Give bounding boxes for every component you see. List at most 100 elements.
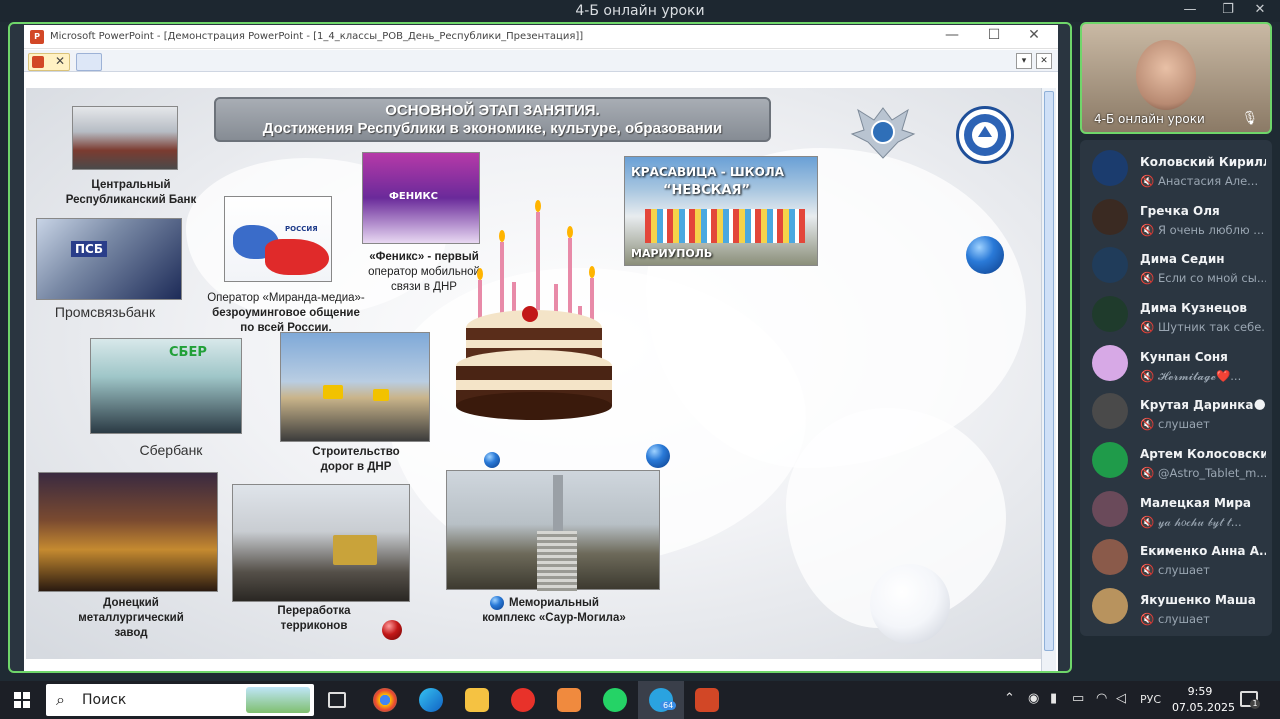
participant-name: Малецкая Мира bbox=[1140, 496, 1252, 510]
participant-item[interactable]: Гречка Оля 🔇 Я очень люблю ... bbox=[1080, 193, 1272, 241]
webcam-icon[interactable]: ◉ bbox=[1028, 691, 1039, 706]
decor-ball bbox=[382, 620, 402, 640]
taskbar-search[interactable]: ⌕ Поиск bbox=[46, 684, 314, 716]
volume-icon[interactable]: ◁ bbox=[1116, 691, 1126, 706]
powerpoint-taskbar-icon[interactable] bbox=[695, 688, 719, 712]
task-view-icon[interactable] bbox=[328, 692, 346, 708]
slide-title-banner: ОСНОВНОЙ ЭТАП ЗАНЯТИЯ. Достижения Респуб… bbox=[214, 97, 771, 142]
school-title-line1: КРАСАВИЦА - ШКОЛА bbox=[631, 165, 785, 179]
school-windows bbox=[645, 209, 805, 243]
muted-icon: 🔇 bbox=[1140, 612, 1155, 626]
wifi-icon[interactable]: ◠ bbox=[1096, 691, 1107, 706]
muted-icon: 🔇 bbox=[1140, 563, 1155, 577]
powerpoint-logo-icon: P bbox=[30, 30, 44, 44]
scrollbar-thumb[interactable] bbox=[1044, 91, 1054, 651]
slide: ОСНОВНОЙ ЭТАП ЗАНЯТИЯ. Достижения Респуб… bbox=[26, 88, 1041, 659]
decor-ball bbox=[484, 452, 500, 468]
tab-new[interactable] bbox=[76, 53, 102, 71]
edge-icon[interactable] bbox=[419, 688, 443, 712]
school-title-line2: “НЕВСКАЯ” bbox=[663, 183, 750, 198]
slide-scrollbar[interactable] bbox=[1041, 88, 1056, 671]
muted-icon: 🔇 bbox=[1140, 515, 1155, 529]
participant-item[interactable]: Крутая Даринка🌑 🔇 слушает bbox=[1080, 387, 1272, 435]
avatar bbox=[1092, 588, 1128, 624]
participant-name: Коловский Кирилл bbox=[1140, 155, 1266, 169]
road-roller bbox=[373, 389, 389, 401]
screen-share-frame: P Microsoft PowerPoint - [Демонстрация P… bbox=[8, 22, 1072, 673]
file-explorer-icon[interactable] bbox=[465, 688, 489, 712]
photo-central-bank bbox=[72, 106, 178, 170]
participant-status: 🔇 Я очень люблю ... bbox=[1140, 223, 1265, 237]
caption-sberbank: Сбербанк bbox=[139, 442, 203, 458]
battery-icon[interactable]: ▭ bbox=[1072, 691, 1084, 706]
muted-icon: 🔇 bbox=[1140, 369, 1155, 383]
microphone-icon[interactable]: 🎙 bbox=[1241, 111, 1258, 126]
powerpoint-window: P Microsoft PowerPoint - [Демонстрация P… bbox=[24, 25, 1058, 671]
windows-start-icon[interactable] bbox=[14, 692, 30, 708]
app-icon[interactable] bbox=[557, 688, 581, 712]
dropdown-icon[interactable]: ▾ bbox=[1016, 53, 1032, 69]
document-tabs: ✕ ▾ ✕ bbox=[24, 50, 1058, 72]
avatar bbox=[1092, 247, 1128, 283]
taskbar: ⌕ Поиск 64 ⌃ ◉ ▮ ▭ ◠ ◁ РУС 9:59 07.05.20… bbox=[0, 681, 1280, 719]
participant-item[interactable]: Дима Кузнецов 🔇 Шутник так себе... bbox=[1080, 290, 1272, 338]
photo-memorial bbox=[446, 470, 660, 591]
tab-close-icon[interactable]: ✕ bbox=[55, 54, 65, 68]
participant-item[interactable]: Артем Колосовский 🔇 @Astro_Tablet_m... bbox=[1080, 436, 1272, 484]
clock[interactable]: 9:59 07.05.2025 bbox=[1172, 684, 1235, 716]
ppt-minimize-button[interactable]: — bbox=[942, 27, 962, 43]
avatar bbox=[1092, 393, 1128, 429]
participant-name: Якушенко Маша bbox=[1140, 593, 1256, 607]
maximize-button[interactable]: ❐ bbox=[1218, 2, 1238, 17]
clock-time: 9:59 bbox=[1187, 685, 1213, 698]
caption-central-bank: Центральный Республиканский Банк bbox=[65, 179, 197, 206]
participant-item[interactable]: Кунпан Соня 🔇 𝓗𝓮𝓻𝓶𝓲𝓽𝓪𝓰𝓮❤️... bbox=[1080, 339, 1272, 387]
excavator bbox=[333, 535, 377, 565]
telegram-taskbar-button[interactable]: 64 bbox=[638, 681, 684, 719]
decor-ball bbox=[966, 236, 1004, 274]
participant-item[interactable]: Дима Седин 🔇 Если со мной сы... bbox=[1080, 241, 1272, 289]
photo-miranda: РОССИЯ bbox=[224, 196, 332, 282]
self-video-tile[interactable]: 4-Б онлайн уроки 🎙 bbox=[1080, 22, 1272, 134]
notification-icon[interactable]: 1 bbox=[1240, 691, 1260, 709]
psb-sign: ПСБ bbox=[71, 241, 107, 257]
close-button[interactable]: ✕ bbox=[1250, 2, 1270, 17]
yandex-browser-icon[interactable] bbox=[511, 688, 535, 712]
photo-psb: ПСБ bbox=[36, 218, 182, 300]
minimize-button[interactable]: — bbox=[1180, 2, 1200, 17]
muted-icon: 🔇 bbox=[1140, 320, 1155, 334]
language-indicator[interactable]: РУС bbox=[1140, 693, 1161, 706]
whatsapp-icon[interactable] bbox=[603, 688, 627, 712]
tab-presentation[interactable]: ✕ bbox=[28, 53, 70, 71]
tray-chevron-icon[interactable]: ⌃ bbox=[1004, 691, 1015, 706]
participant-status: 🔇 слушает bbox=[1140, 563, 1210, 577]
ppt-maximize-button[interactable]: ☐ bbox=[984, 27, 1004, 43]
telegram-badge: 64 bbox=[660, 701, 677, 710]
participant-item[interactable]: Якушенко Маша 🔇 слушает bbox=[1080, 582, 1272, 630]
participant-item[interactable]: Малецкая Мира 🔇 𝓎𝒶 𝒽𝑜𝒸𝒽𝓊 𝒷𝓎𝓉 𝓉... bbox=[1080, 485, 1272, 533]
participant-item[interactable]: Коловский Кирилл 🔇 Анастасия Але... bbox=[1080, 144, 1272, 192]
ppt-close-button[interactable]: ✕ bbox=[1024, 27, 1044, 43]
pane-close-icon[interactable]: ✕ bbox=[1036, 53, 1052, 69]
participant-item[interactable]: Екименко Анна А... 🔇 слушает bbox=[1080, 533, 1272, 581]
participant-name: Крутая Даринка🌑 bbox=[1140, 398, 1266, 412]
participant-status: 🔇 𝓎𝒶 𝒽𝑜𝒸𝒽𝓊 𝒷𝓎𝓉 𝓉... bbox=[1140, 515, 1242, 529]
participant-status: 🔇 Анастасия Але... bbox=[1140, 174, 1259, 188]
phoenix-sign: ФЕНИКС bbox=[389, 191, 438, 202]
search-placeholder: Поиск bbox=[82, 692, 127, 708]
muted-icon: 🔇 bbox=[1140, 271, 1155, 285]
muted-icon: 🔇 bbox=[1140, 466, 1155, 480]
caption-terricons: Переработка терриконов bbox=[277, 605, 351, 632]
notification-count: 1 bbox=[1250, 699, 1260, 709]
muted-icon: 🔇 bbox=[1140, 223, 1155, 237]
participant-status: 🔇 Если со мной сы... bbox=[1140, 271, 1266, 285]
chrome-icon[interactable] bbox=[373, 688, 397, 712]
decor-ball bbox=[490, 596, 504, 610]
muted-icon: 🔇 bbox=[1140, 174, 1155, 188]
participant-name: Артем Колосовский bbox=[1140, 447, 1266, 461]
clock-date: 07.05.2025 bbox=[1172, 701, 1235, 714]
participant-status: 🔇 слушает bbox=[1140, 612, 1210, 626]
road-roller bbox=[323, 385, 343, 399]
sber-sign: СБЕР bbox=[169, 345, 207, 360]
mic-tray-icon[interactable]: ▮ bbox=[1050, 691, 1057, 706]
